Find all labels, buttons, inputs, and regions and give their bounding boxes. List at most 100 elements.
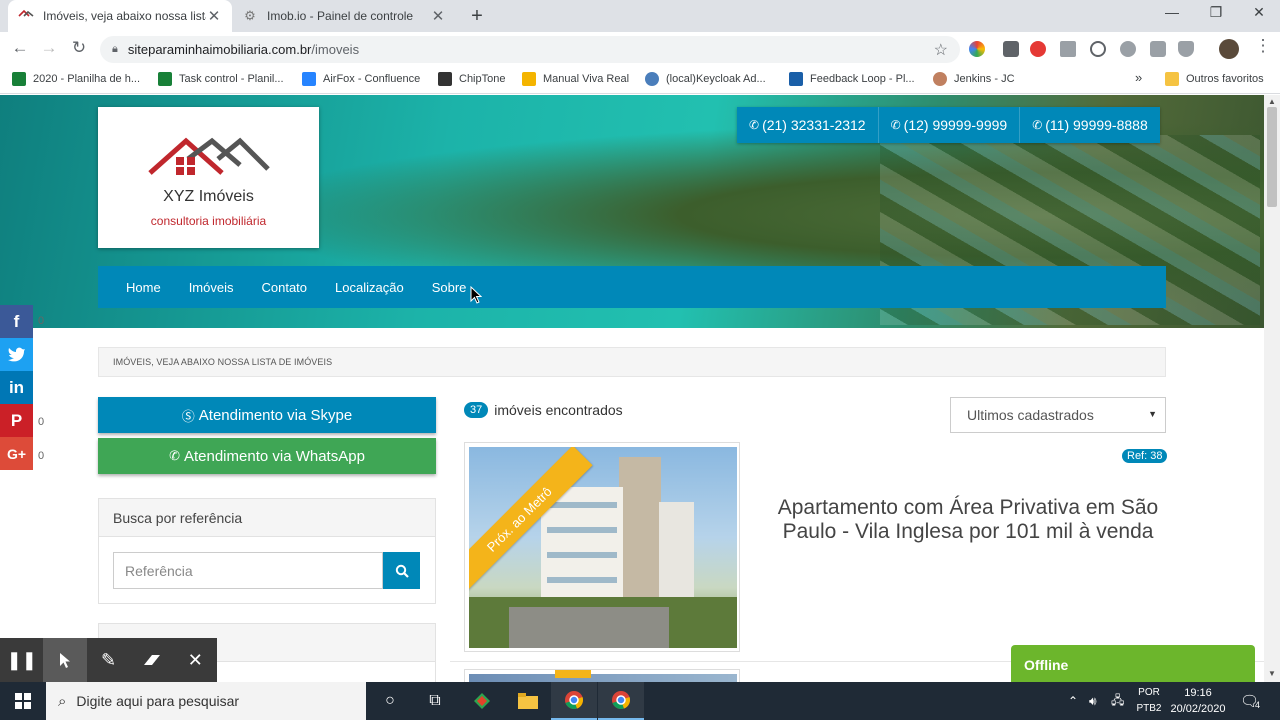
network-icon[interactable]: 🖧︎: [1111, 682, 1124, 720]
other-bookmarks[interactable]: Outros favoritos: [1165, 72, 1264, 86]
cortana-icon[interactable]: ○: [367, 682, 413, 720]
bookmark-item[interactable]: (local)Keycloak Ad...: [645, 72, 766, 86]
scroll-thumb[interactable]: [1267, 107, 1277, 207]
nav-imoveis[interactable]: Imóveis: [189, 280, 234, 295]
extension-color-icon[interactable]: [969, 41, 985, 57]
house-favicon-icon: [18, 8, 34, 24]
reference-search-button[interactable]: [383, 552, 420, 589]
reload-icon[interactable]: ↻: [68, 38, 90, 58]
tab-imob-painel[interactable]: ⚙ Imob.io - Painel de controle ✕: [232, 0, 456, 32]
phone-link[interactable]: ✆ (12) 99999-9999: [879, 107, 1021, 143]
menu-dots-icon[interactable]: ⋮: [1252, 36, 1274, 56]
extension-red-icon[interactable]: [1030, 41, 1046, 57]
bookmark-item[interactable]: ChipTone: [438, 72, 505, 86]
chrome-icon-2[interactable]: [598, 682, 644, 720]
facebook-icon[interactable]: f: [0, 305, 33, 338]
back-arrow-icon[interactable]: ←: [9, 38, 31, 58]
phone-icon: ✆: [890, 118, 901, 132]
lock-icon: 🔒︎: [112, 43, 118, 55]
pen-tool-icon[interactable]: ✎: [87, 638, 130, 682]
phone-bar: ✆ (21) 32331-2312 ✆ (12) 99999-9999 ✆ (11) …: [737, 107, 1160, 143]
forward-arrow-icon[interactable]: →: [38, 38, 60, 58]
linkedin-icon[interactable]: in: [0, 371, 33, 404]
bookmark-item[interactable]: Jenkins - JC: [933, 72, 1015, 86]
next-listing-photo[interactable]: [464, 669, 740, 682]
chat-offline-widget[interactable]: Offline: [1011, 645, 1255, 682]
results-count-badge: 37: [464, 402, 489, 418]
new-tab-icon[interactable]: +: [466, 5, 488, 28]
nav-home[interactable]: Home: [126, 280, 161, 295]
close-window-icon[interactable]: ✕: [1249, 4, 1269, 21]
site-logo[interactable]: XYZ Imóveis consultoria imobiliária: [98, 107, 319, 248]
file-explorer-icon[interactable]: [505, 682, 551, 720]
building-photo: Próx. ao Metrô: [469, 447, 737, 648]
logo-brand-name: XYZ Imóveis: [163, 188, 254, 205]
minimize-icon[interactable]: —: [1162, 4, 1182, 20]
results-count: 37 imóveis encontrados: [464, 402, 623, 418]
task-view-icon[interactable]: ⧉: [412, 682, 458, 720]
chrome-icon[interactable]: [551, 682, 597, 720]
eraser-tool-icon[interactable]: [130, 638, 173, 682]
input-language[interactable]: POR PTB2: [1134, 685, 1164, 717]
phone-link[interactable]: ✆ (11) 99999-8888: [1020, 107, 1160, 143]
close-tab-icon[interactable]: ✕: [430, 7, 446, 25]
reference-input[interactable]: [113, 552, 383, 589]
app-diamond-icon[interactable]: [459, 682, 505, 720]
skype-icon: Ⓢ: [181, 408, 195, 424]
url-field[interactable]: 🔒︎ siteparaminhaimobiliaria.com.br/imove…: [100, 36, 960, 63]
main-navigation: Home Imóveis Contato Localização Sobre: [98, 266, 1166, 308]
breadcrumb: IMÓVEIS, VEJA ABAIXO NOSSA LISTA DE IMÓV…: [98, 347, 1166, 377]
bookmark-item[interactable]: Task control - Planil...: [158, 72, 284, 86]
pinterest-icon[interactable]: P: [0, 404, 33, 437]
windows-start-icon[interactable]: [0, 682, 46, 720]
whatsapp-support-button[interactable]: ✆ Atendimento via WhatsApp: [98, 438, 436, 474]
pointer-tool-icon[interactable]: [43, 638, 87, 682]
tab-imoveis[interactable]: Imóveis, veja abaixo nossa lista d ✕: [8, 0, 232, 32]
page-scrollbar[interactable]: ▲ ▼: [1264, 95, 1280, 682]
bookmark-item[interactable]: Feedback Loop - Pl...: [789, 72, 915, 86]
extension-bird-icon[interactable]: [1120, 41, 1136, 57]
nav-contato[interactable]: Contato: [261, 280, 307, 295]
bookmark-item[interactable]: 2020 - Planilha de h...: [12, 72, 140, 86]
taskbar-search-field[interactable]: ⌕ Digite aqui para pesquisar: [46, 682, 366, 720]
extension-shield-icon[interactable]: [1178, 41, 1194, 57]
nav-localizacao[interactable]: Localização: [335, 280, 404, 295]
volume-icon[interactable]: 🔊︎: [1089, 682, 1097, 720]
google-plus-icon[interactable]: G+: [0, 437, 33, 470]
close-tab-icon[interactable]: ✕: [206, 7, 222, 25]
scroll-down-icon[interactable]: ▼: [1268, 669, 1276, 678]
magnifier-icon: ⌕: [58, 692, 67, 710]
twitter-icon[interactable]: [0, 338, 33, 371]
trello-icon: [789, 72, 803, 86]
scroll-up-icon[interactable]: ▲: [1268, 97, 1276, 106]
extension-video-icon[interactable]: [1150, 41, 1166, 57]
bookmark-item[interactable]: AirFox - Confluence: [302, 72, 420, 86]
url-path: /imoveis: [311, 42, 360, 57]
listing-photo[interactable]: Próx. ao Metrô: [464, 442, 740, 652]
nav-sobre[interactable]: Sobre: [432, 280, 467, 295]
share-count: 0: [38, 450, 45, 462]
search-icon: [395, 564, 409, 578]
maximize-icon[interactable]: ❐: [1206, 4, 1226, 21]
tray-chevron-icon[interactable]: ⌃: [1068, 682, 1078, 720]
extension-tool-icon[interactable]: [1003, 41, 1019, 57]
bookmarks-overflow-icon[interactable]: »: [1135, 70, 1142, 85]
system-clock[interactable]: 19:16 20/02/2020: [1170, 685, 1226, 717]
annotation-toolbar: ❚❚ ✎ ✕: [0, 638, 217, 682]
extension-circle-icon[interactable]: [1090, 41, 1106, 57]
mouse-cursor-icon: [470, 286, 482, 304]
listing-title[interactable]: Apartamento com Área Privativa em São Pa…: [760, 496, 1176, 544]
sort-select[interactable]: Ultimos cadastrados ▼: [950, 397, 1166, 433]
notification-icon[interactable]: 🗨︎ 4: [1240, 682, 1260, 720]
close-toolbar-icon[interactable]: ✕: [174, 638, 217, 682]
skype-support-button[interactable]: Ⓢ Atendimento via Skype: [98, 397, 436, 433]
profile-avatar[interactable]: [1219, 39, 1239, 59]
pause-icon[interactable]: ❚❚: [0, 638, 43, 682]
vivareal-icon: [522, 72, 536, 86]
phone-link[interactable]: ✆ (21) 32331-2312: [737, 107, 879, 143]
tab-strip: Imóveis, veja abaixo nossa lista d ✕ ⚙ I…: [0, 0, 1280, 32]
bookmark-item[interactable]: Manual Viva Real: [522, 72, 629, 86]
bookmark-star-icon[interactable]: ☆: [934, 40, 948, 60]
extension-chart-icon[interactable]: [1060, 41, 1076, 57]
taskbar-search-placeholder: Digite aqui para pesquisar: [76, 693, 240, 709]
